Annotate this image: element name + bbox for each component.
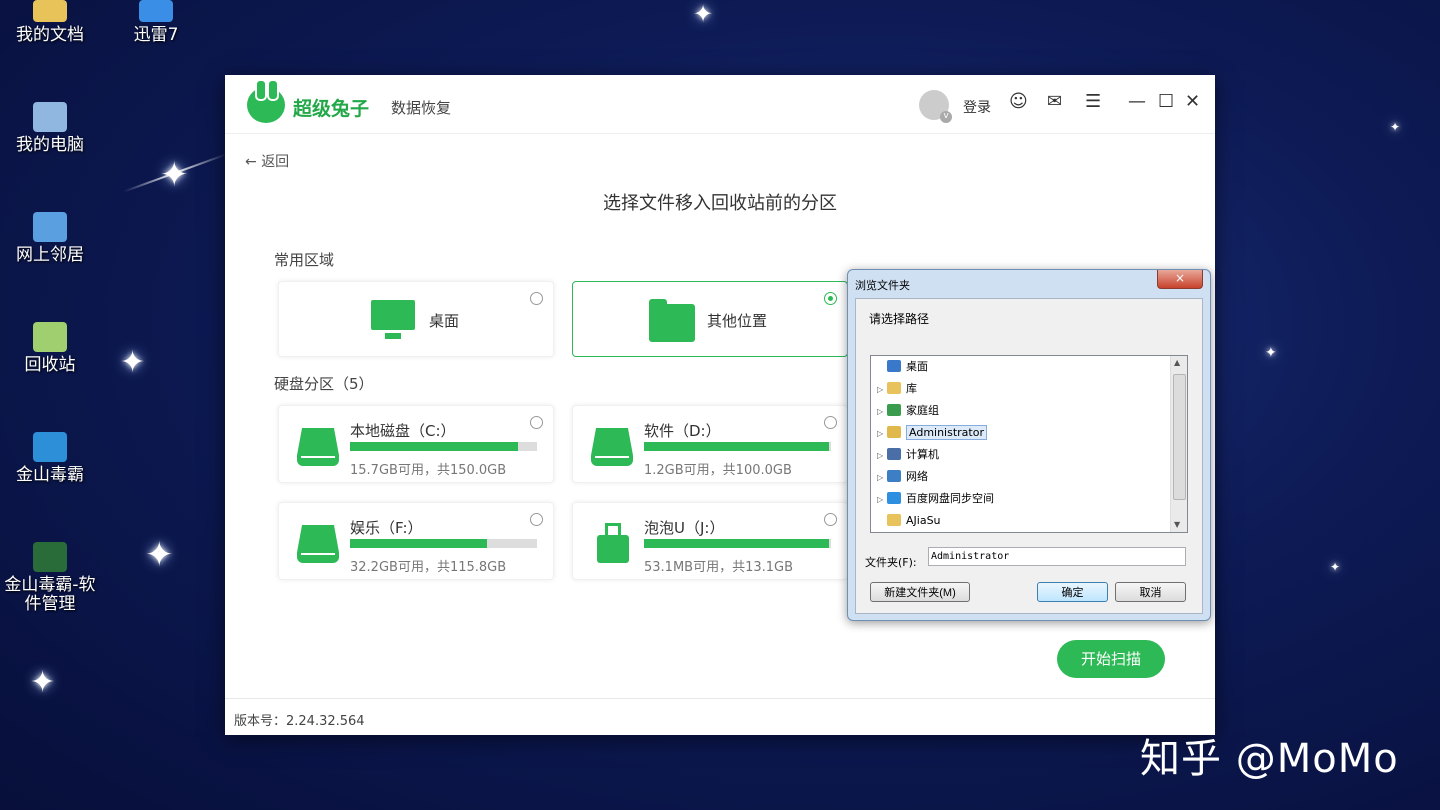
feedback-icon[interactable]: ✉: [1047, 91, 1062, 112]
user-avatar-icon[interactable]: [919, 90, 952, 123]
star-sparkle: ✦: [30, 665, 56, 700]
tree-item-baidu-sync[interactable]: ▷ 百度网盘同步空间: [877, 490, 994, 508]
usb-drive-icon: [597, 523, 629, 563]
folder-icon: [649, 299, 695, 342]
network-icon: [33, 212, 67, 242]
tree-item-homegroup[interactable]: ▷ 家庭组: [877, 402, 939, 420]
dialog-title: 浏览文件夹: [855, 279, 910, 292]
menu-icon[interactable]: ☰: [1085, 91, 1101, 112]
app-header: 超级兔子 数据恢复 登录 ☺ ✉ ☰ — ☐ ✕: [225, 75, 1215, 134]
disk-usage-bar: [644, 539, 831, 548]
version-label: 版本号：2.24.32.564: [234, 714, 365, 729]
folder-icon: [887, 514, 901, 526]
star-sparkle: ✦: [120, 345, 146, 380]
radio-disk-f[interactable]: [530, 513, 543, 526]
rabbit-logo-icon: [247, 79, 285, 123]
radio-desktop[interactable]: [530, 292, 543, 305]
documents-icon: [33, 0, 67, 22]
tree-item-administrator[interactable]: ▷ Administrator: [877, 424, 987, 442]
back-button[interactable]: ← 返回: [245, 151, 289, 171]
star-sparkle: ✦: [693, 0, 714, 28]
tree-item-desktop[interactable]: 桌面: [877, 358, 928, 376]
brand-subtitle: 数据恢复: [391, 99, 452, 117]
desktop-icon-antivirus[interactable]: 金山毒霸: [0, 432, 100, 485]
watermark: 知乎 @MoMo: [1140, 736, 1399, 782]
software-manager-icon: [33, 542, 67, 572]
disk-section-title: 硬盘分区（5）: [274, 375, 374, 393]
recycle-bin-icon: [33, 322, 67, 352]
dialog-prompt: 请选择路径: [869, 312, 930, 326]
common-section-title: 常用区域: [274, 251, 335, 269]
monitor-icon: [371, 300, 415, 339]
desktop-icon-network[interactable]: 网上邻居: [0, 212, 100, 265]
disk-usage-bar: [350, 539, 537, 548]
dialog-close-button[interactable]: ×: [1157, 270, 1203, 289]
desktop-folder-icon: [887, 360, 901, 372]
desktop-icon-recycle-bin[interactable]: 回收站: [0, 322, 100, 375]
radio-disk-j[interactable]: [824, 513, 837, 526]
disk-usage-bar: [350, 442, 537, 451]
tree-item-computer[interactable]: ▷ 计算机: [877, 446, 939, 464]
desktop-icon-computer[interactable]: 我的电脑: [0, 102, 100, 155]
scroll-thumb[interactable]: [1173, 374, 1186, 500]
desktop-icon-software-manager[interactable]: 金山毒霸-软件管理: [0, 542, 100, 614]
scroll-down-icon[interactable]: ▼: [1174, 520, 1180, 529]
computer-icon: [33, 102, 67, 132]
scroll-up-icon[interactable]: ▲: [1174, 358, 1180, 367]
minimize-icon[interactable]: —: [1128, 91, 1146, 112]
location-card-other[interactable]: 其他位置: [572, 281, 848, 357]
maximize-icon[interactable]: ☐: [1158, 91, 1174, 112]
arrow-left-icon: ←: [245, 154, 257, 170]
disk-card-f[interactable]: 娱乐（F:） 32.2GB可用，共115.8GB: [278, 502, 554, 580]
browse-folder-dialog: 浏览文件夹 × 请选择路径 桌面 ▷ 库 ▷ 家庭组 ▷ Administrator …: [847, 269, 1211, 621]
folder-name-input[interactable]: [928, 547, 1186, 566]
disk-usage-bar: [644, 442, 831, 451]
hard-drive-icon: [591, 428, 633, 466]
library-icon: [887, 382, 901, 394]
page-title: 选择文件移入回收站前的分区: [603, 193, 837, 214]
brand-name: 超级兔子: [293, 98, 370, 120]
new-folder-button[interactable]: 新建文件夹(M): [870, 582, 970, 602]
disk-card-j[interactable]: 泡泡U（J:） 53.1MB可用，共13.1GB: [572, 502, 848, 580]
tree-item-network[interactable]: ▷ 网络: [877, 468, 928, 486]
footer: 版本号：2.24.32.564: [225, 698, 1215, 736]
tree-item-ajiasu[interactable]: AJiaSu: [877, 512, 941, 530]
computer-icon: [887, 448, 901, 460]
radio-disk-c[interactable]: [530, 416, 543, 429]
hard-drive-icon: [297, 428, 339, 466]
disk-card-d[interactable]: 软件（D:） 1.2GB可用，共100.0GB: [572, 405, 848, 483]
desktop-icon-documents[interactable]: 我的文档: [0, 0, 100, 45]
hard-drive-icon: [297, 525, 339, 563]
login-link[interactable]: 登录: [963, 97, 991, 117]
tree-scrollbar[interactable]: ▲ ▼: [1170, 356, 1187, 532]
ok-button[interactable]: 确定: [1037, 582, 1108, 602]
user-folder-icon: [887, 426, 901, 438]
star-sparkle: ✦: [1265, 345, 1277, 361]
folder-tree[interactable]: 桌面 ▷ 库 ▷ 家庭组 ▷ Administrator ▷ 计算机 ▷ 网络 ▷ 百度网盘…: [870, 355, 1188, 533]
close-icon[interactable]: ✕: [1185, 91, 1200, 112]
dialog-body: 请选择路径 桌面 ▷ 库 ▷ 家庭组 ▷ Administrator ▷ 计算机 ▷ 网络…: [855, 298, 1203, 614]
star-sparkle: ✦: [1330, 560, 1341, 574]
antivirus-icon: [33, 432, 67, 462]
thunder-icon: [139, 0, 173, 22]
start-scan-button[interactable]: 开始扫描: [1057, 640, 1165, 678]
disk-card-c[interactable]: 本地磁盘（C:） 15.7GB可用，共150.0GB: [278, 405, 554, 483]
network-icon: [887, 470, 901, 482]
location-card-desktop[interactable]: 桌面: [278, 281, 554, 357]
radio-other-location[interactable]: [824, 292, 837, 305]
cancel-button[interactable]: 取消: [1115, 582, 1186, 602]
radio-disk-d[interactable]: [824, 416, 837, 429]
star-sparkle: ✦: [1390, 120, 1401, 134]
baidu-netdisk-icon: [887, 492, 901, 504]
folder-field-label: 文件夹(F):: [865, 556, 917, 569]
star-sparkle: ✦: [145, 535, 174, 575]
support-icon[interactable]: ☺: [1009, 91, 1028, 112]
desktop-icon-thunder[interactable]: 迅雷7: [106, 0, 206, 45]
tree-item-library[interactable]: ▷ 库: [877, 380, 917, 398]
homegroup-icon: [887, 404, 901, 416]
